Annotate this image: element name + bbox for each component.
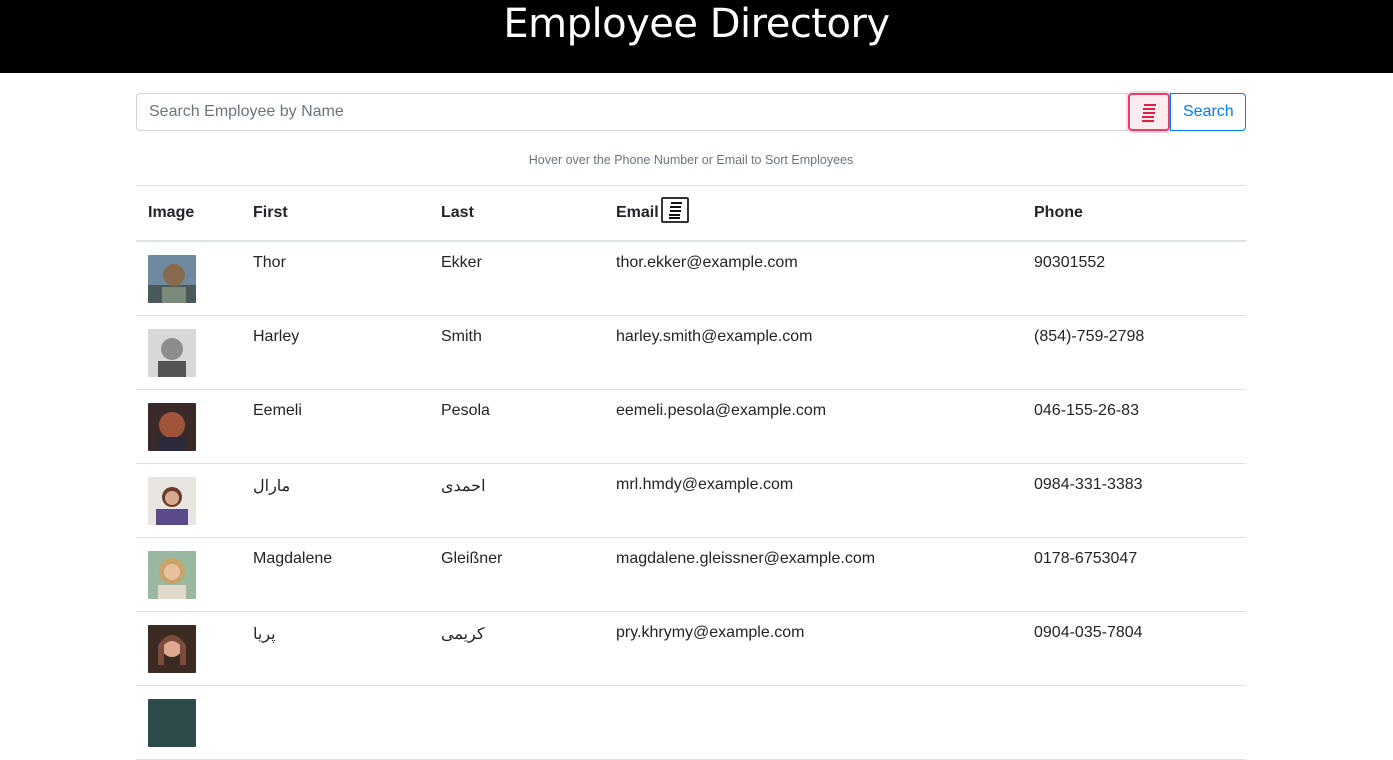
phone: 046-155-26-83	[1022, 389, 1246, 464]
table-row: مارال احمدی mrl.hmdy@example.com 0984-33…	[136, 463, 1246, 538]
table-row: Eemeli Pesola eemeli.pesola@example.com …	[136, 389, 1246, 464]
phone: 0984-331-3383	[1022, 463, 1246, 538]
column-header-last: Last	[429, 185, 604, 242]
last-name: Gleißner	[429, 537, 604, 612]
avatar	[148, 477, 196, 525]
avatar	[148, 551, 196, 599]
first-name: Eemeli	[241, 389, 429, 464]
table-row: Magdalene Gleißner magdalene.gleissner@e…	[136, 537, 1246, 612]
first-name: Harley	[241, 315, 429, 390]
column-header-image: Image	[136, 185, 241, 242]
avatar	[148, 403, 196, 451]
email-sort-button[interactable]	[660, 197, 689, 223]
column-header-phone[interactable]: Phone	[1022, 185, 1246, 242]
search-input[interactable]	[136, 93, 1128, 131]
last-name: Ekker	[429, 241, 604, 316]
first-name	[241, 685, 429, 760]
email-header-label: Email	[616, 204, 659, 221]
last-name: احمدی	[429, 463, 604, 538]
email: mrl.hmdy@example.com	[604, 463, 1022, 538]
avatar	[148, 625, 196, 673]
table-header-row: Image First Last Email Phone	[136, 185, 1246, 242]
email: harley.smith@example.com	[604, 315, 1022, 390]
email	[604, 685, 1022, 760]
first-name: Thor	[241, 241, 429, 316]
table-row: Harley Smith harley.smith@example.com (8…	[136, 315, 1246, 390]
sort-list-icon	[1142, 104, 1156, 122]
phone: 0178-6753047	[1022, 537, 1246, 612]
last-name: Smith	[429, 315, 604, 390]
email: eemeli.pesola@example.com	[604, 389, 1022, 464]
phone: 90301552	[1022, 241, 1246, 316]
first-name: مارال	[241, 463, 429, 538]
last-name: Pesola	[429, 389, 604, 464]
column-header-email[interactable]: Email	[604, 185, 1022, 242]
email: pry.khrymy@example.com	[604, 611, 1022, 686]
sort-list-icon	[668, 202, 682, 219]
page-header: Employee Directory	[0, 0, 1393, 73]
phone	[1022, 685, 1246, 760]
column-header-first: First	[241, 185, 429, 242]
avatar	[148, 329, 196, 377]
first-name: پریا	[241, 611, 429, 686]
table-row: Thor Ekker thor.ekker@example.com 903015…	[136, 241, 1246, 316]
employee-table: Image First Last Email Phone Thor Ekker …	[136, 185, 1246, 760]
email: thor.ekker@example.com	[604, 241, 1022, 316]
email: magdalene.gleissner@example.com	[604, 537, 1022, 612]
page-title: Employee Directory	[503, 1, 890, 47]
search-button[interactable]: Search	[1170, 93, 1246, 131]
last-name	[429, 685, 604, 760]
search-bar: Search	[136, 93, 1246, 131]
phone: 0904-035-7804	[1022, 611, 1246, 686]
main-content: Search Hover over the Phone Number or Em…	[136, 93, 1246, 760]
avatar	[148, 699, 196, 747]
avatar	[148, 255, 196, 303]
table-row	[136, 685, 1246, 760]
first-name: Magdalene	[241, 537, 429, 612]
last-name: کریمی	[429, 611, 604, 686]
sort-button[interactable]	[1128, 93, 1170, 131]
table-row: پریا کریمی pry.khrymy@example.com 0904-0…	[136, 611, 1246, 686]
phone: (854)-759-2798	[1022, 315, 1246, 390]
sort-hint: Hover over the Phone Number or Email to …	[528, 153, 854, 167]
